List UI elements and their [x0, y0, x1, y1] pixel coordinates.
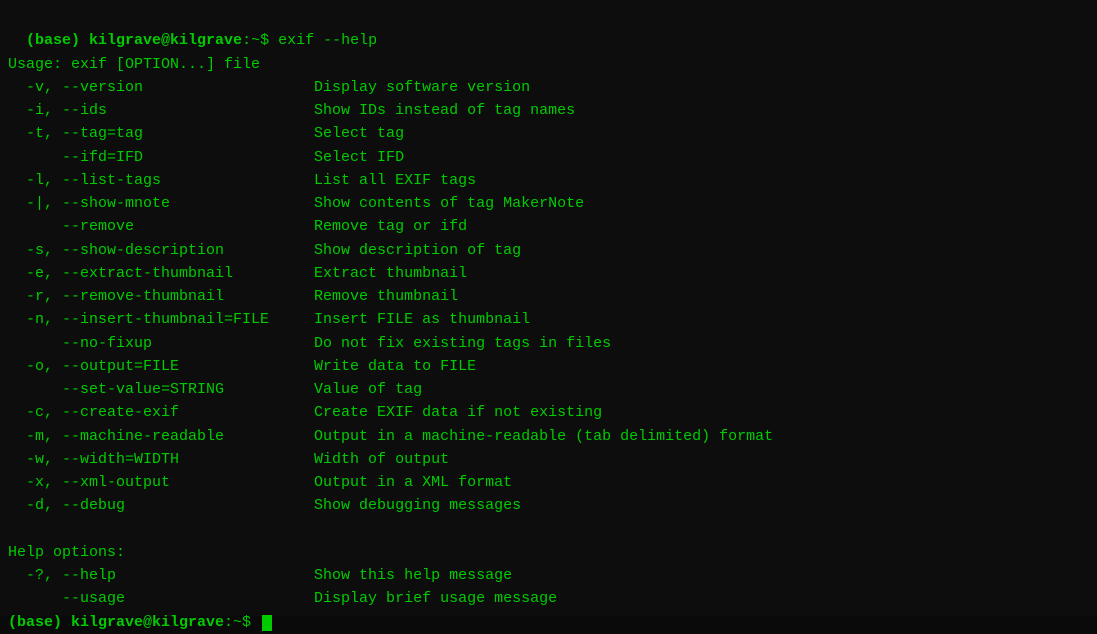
output-xml: -x, --xml-output Output in a XML format: [8, 474, 512, 491]
output-remove-thumb: -r, --remove-thumbnail Remove thumbnail: [8, 288, 458, 305]
output-debug: -d, --debug Show debugging messages: [8, 497, 521, 514]
output-width: -w, --width=WIDTH Width of output: [8, 451, 449, 468]
output-help-flag: -?, --help Show this help message: [8, 567, 512, 584]
output-usage-flag: --usage Display brief usage message: [8, 590, 557, 607]
output-show-mnote: -|, --show-mnote Show contents of tag Ma…: [8, 195, 584, 212]
output-usage: Usage: exif [OPTION...] file: [8, 56, 260, 73]
output-help-header: Help options:: [8, 544, 125, 561]
output-ifd: --ifd=IFD Select IFD: [8, 149, 404, 166]
terminal[interactable]: (base) kilgrave@kilgrave:~$ exif --help …: [0, 0, 1097, 616]
cursor: [262, 615, 272, 631]
output-version: -v, --version Display software version: [8, 79, 530, 96]
output-remove: --remove Remove tag or ifd: [8, 218, 467, 235]
output-list-tags: -l, --list-tags List all EXIF tags: [8, 172, 476, 189]
output-no-fixup: --no-fixup Do not fix existing tags in f…: [8, 335, 611, 352]
output-set-value: --set-value=STRING Value of tag: [8, 381, 422, 398]
prompt-line-1: (base) kilgrave@kilgrave:~$ exif --help: [26, 32, 377, 49]
output-show-desc: -s, --show-description Show description …: [8, 242, 521, 259]
output-output: -o, --output=FILE Write data to FILE: [8, 358, 476, 375]
output-tag: -t, --tag=tag Select tag: [8, 125, 404, 142]
output-insert-thumb: -n, --insert-thumbnail=FILE Insert FILE …: [8, 311, 530, 328]
output-create-exif: -c, --create-exif Create EXIF data if no…: [8, 404, 602, 421]
output-machine-readable: -m, --machine-readable Output in a machi…: [8, 428, 773, 445]
prompt-line-end: (base) kilgrave@kilgrave:~$: [8, 614, 272, 631]
prompt-prefix-end: (base) kilgrave@kilgrave: [8, 614, 224, 631]
prompt-prefix-1: (base) kilgrave@kilgrave: [26, 32, 242, 49]
output-extract-thumb: -e, --extract-thumbnail Extract thumbnai…: [8, 265, 467, 282]
output-ids: -i, --ids Show IDs instead of tag names: [8, 102, 575, 119]
